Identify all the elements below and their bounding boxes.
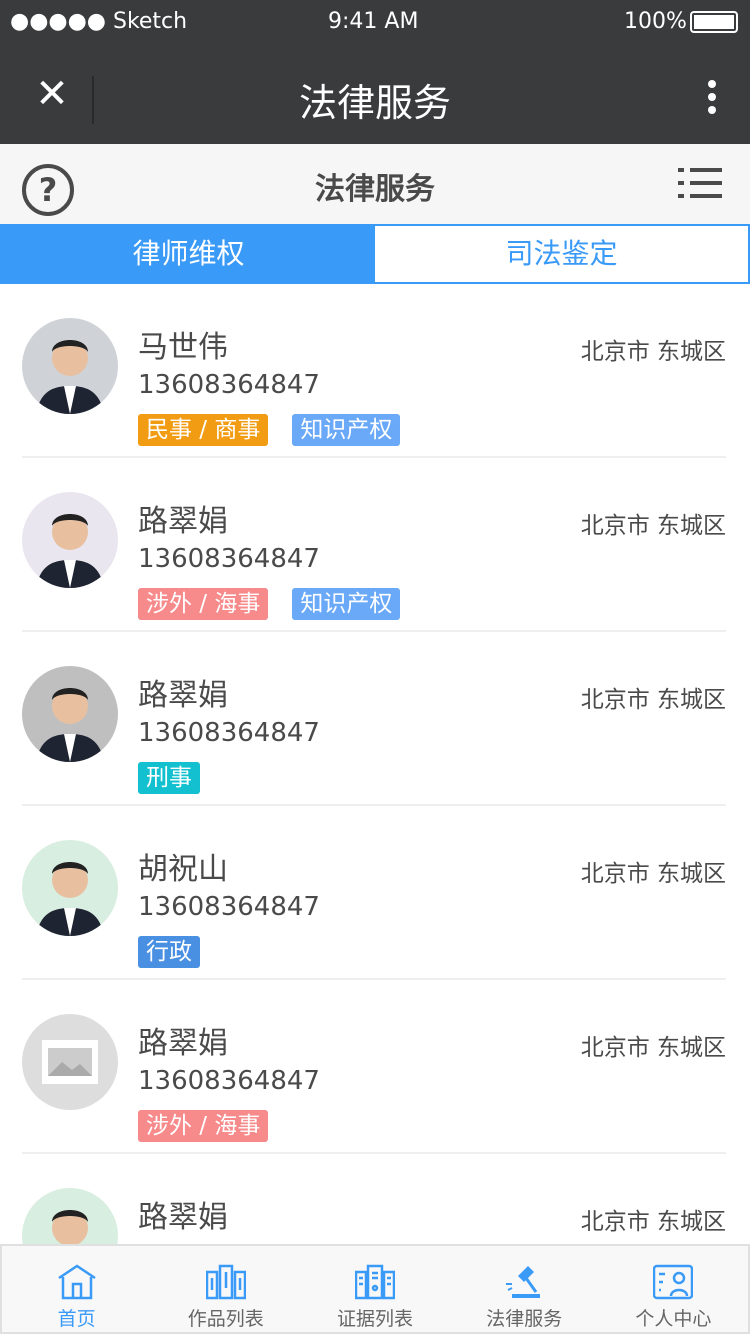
tabbar-legal[interactable]: 法律服务: [450, 1246, 599, 1332]
lawyer-list-item[interactable]: 马世伟 13608364847 北京市 东城区 民事 / 商事 知识产权: [22, 284, 726, 458]
page-title: 法律服务: [315, 172, 435, 207]
tag-list: 刑事: [138, 762, 200, 794]
lawyer-location: 北京市 东城区: [580, 339, 726, 365]
tag-list: 行政: [138, 936, 200, 968]
more-icon[interactable]: [708, 80, 718, 119]
practice-area-tag: 知识产权: [292, 414, 401, 446]
practice-area-tag: 行政: [138, 936, 200, 968]
practice-area-tag: 刑事: [138, 762, 200, 794]
lawyer-name: 胡祝山: [138, 852, 228, 887]
lawyer-name: 路翠娟: [138, 1200, 228, 1235]
building-icon: [355, 1264, 395, 1300]
tabbar-label: 个人中心: [635, 1308, 712, 1330]
tag-list: 涉外 / 海事: [138, 1110, 269, 1142]
lawyer-name: 路翠娟: [138, 1026, 228, 1061]
tabbar-profile[interactable]: 个人中心: [599, 1246, 748, 1332]
gavel-icon: [506, 1266, 541, 1298]
nav-bar: ✕ 法律服务: [0, 48, 750, 144]
practice-area-tag: 涉外 / 海事: [138, 1110, 269, 1142]
tabbar-label: 法律服务: [486, 1308, 563, 1330]
lawyer-location: 北京市 东城区: [580, 1209, 726, 1235]
lawyer-phone: 13608364847: [138, 892, 320, 922]
lawyer-location: 北京市 东城区: [580, 687, 726, 713]
tag-list: 涉外 / 海事 知识产权: [138, 588, 401, 620]
avatar: [22, 492, 118, 588]
lawyer-phone: 13608364847: [138, 544, 320, 574]
lawyer-list-item[interactable]: 胡祝山 13608364847 北京市 东城区 行政: [22, 806, 726, 980]
nav-title: 法律服务: [298, 81, 451, 125]
tabbar-label: 作品列表: [187, 1308, 264, 1330]
avatar-placeholder-icon: [22, 1014, 118, 1110]
tabbar-label: 首页: [57, 1308, 96, 1330]
tab-judicial-appraisal[interactable]: 司法鉴定: [375, 226, 748, 282]
tab-lawyer-rights[interactable]: 律师维权: [2, 226, 375, 282]
lawyer-name: 路翠娟: [138, 504, 228, 539]
list-menu-icon[interactable]: [678, 168, 722, 207]
lawyer-name: 马世伟: [138, 330, 228, 365]
books-icon: [205, 1264, 246, 1300]
practice-area-tag: 民事 / 商事: [138, 414, 269, 446]
lawyer-location: 北京市 东城区: [580, 861, 726, 887]
lawyer-list-item[interactable]: 路翠娟 13608364847 北京市 东城区 刑事: [22, 632, 726, 806]
tabbar-label: 证据列表: [337, 1308, 414, 1330]
avatar: [22, 318, 118, 414]
avatar: [22, 840, 118, 936]
tabbar-works[interactable]: 作品列表: [151, 1246, 300, 1332]
tabbar-evidence[interactable]: 证据列表: [300, 1246, 449, 1332]
lawyer-name: 路翠娟: [138, 678, 228, 713]
practice-area-tag: 涉外 / 海事: [138, 588, 269, 620]
status-bar: ●●●●● Sketch 9:41 AM 100%: [0, 0, 750, 48]
practice-area-tag: 知识产权: [292, 588, 401, 620]
profile-card-icon: [653, 1264, 694, 1300]
lawyer-location: 北京市 东城区: [580, 513, 726, 539]
lawyer-phone: 13608364847: [138, 1066, 320, 1096]
carrier: ●●●●● Sketch: [10, 9, 188, 34]
lawyer-list-item[interactable]: 路翠娟 13608364847 北京市 东城区 涉外 / 海事: [22, 980, 726, 1154]
home-icon: [57, 1264, 96, 1300]
segment-tabs: 律师维权 司法鉴定: [0, 224, 750, 284]
tag-list: 民事 / 商事 知识产权: [138, 414, 401, 446]
lawyer-phone: 13608364847: [138, 370, 320, 400]
battery-icon: [690, 11, 738, 33]
avatar: [22, 666, 118, 762]
tabbar-home[interactable]: 首页: [2, 1246, 151, 1332]
lawyer-location: 北京市 东城区: [580, 1035, 726, 1061]
lawyer-phone: 13608364847: [138, 718, 320, 748]
battery-level: 100%: [624, 9, 687, 34]
lawyer-list-item[interactable]: 路翠娟 13608364847 北京市 东城区 涉外 / 海事 知识产权: [22, 458, 726, 632]
tab-bar: 首页 作品列表 证据列表 法律服务 个人中心: [0, 1244, 750, 1334]
sub-header: ? 法律服务: [0, 144, 750, 224]
clock: 9:41 AM: [328, 9, 419, 34]
